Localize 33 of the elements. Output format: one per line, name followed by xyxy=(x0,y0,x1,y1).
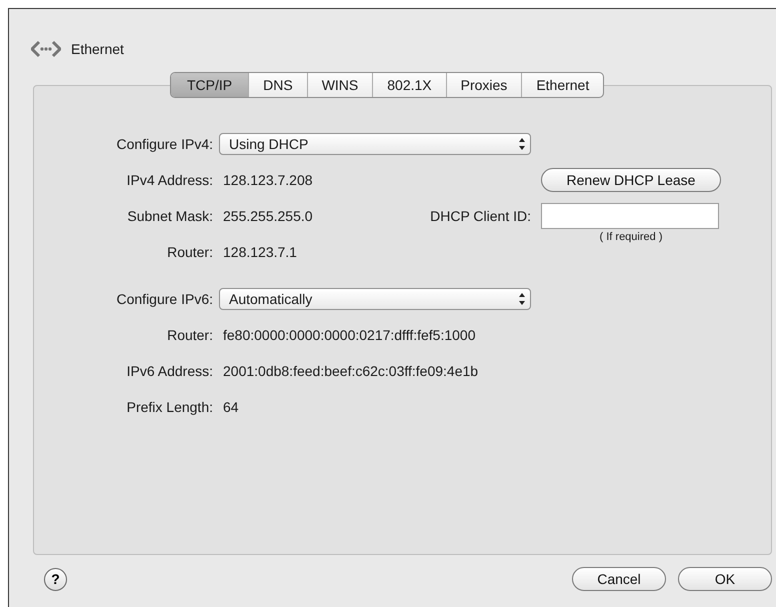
dialog-button[interactable]: Cancel xyxy=(572,567,666,591)
tab[interactable]: DNS xyxy=(248,73,307,97)
renew-lease-button[interactable]: Renew DHCP Lease xyxy=(541,168,721,192)
tab[interactable]: Proxies xyxy=(446,73,522,97)
configure-popup[interactable]: Using DHCP xyxy=(219,133,531,155)
field-value: 64 xyxy=(223,399,240,415)
window-title: Ethernet xyxy=(71,41,124,57)
field-value: 128.123.7.1 xyxy=(223,244,298,260)
network-arrows-icon xyxy=(31,40,61,58)
field-label: DHCP Client ID: xyxy=(429,208,531,224)
field-label: IPv4 Address: xyxy=(126,172,213,188)
field-label: Router: xyxy=(166,244,213,260)
help-button[interactable]: ? xyxy=(44,568,67,590)
field-value: 128.123.7.208 xyxy=(223,172,314,188)
field-label: Router: xyxy=(166,327,213,343)
field-label: Configure IPv4: xyxy=(116,136,213,152)
client-id-field[interactable] xyxy=(541,203,719,229)
field-label: Configure IPv6: xyxy=(116,291,213,307)
field-label: Subnet Mask: xyxy=(126,208,213,224)
hint-text: ( If required ) xyxy=(598,231,664,243)
field-value: 255.255.255.0 xyxy=(223,208,314,224)
field-value: 2001:0db8:feed:beef:c62c:03ff:fe09:4e1b xyxy=(223,363,480,379)
tab[interactable]: Ethernet xyxy=(521,73,604,97)
configure-popup[interactable]: Automatically xyxy=(219,288,531,310)
field-value: fe80:0000:0000:0000:0217:dfff:fef5:1000 xyxy=(223,327,476,343)
stepper-icon xyxy=(517,137,527,151)
tab[interactable]: 802.1X xyxy=(372,73,446,97)
tab[interactable]: WINS xyxy=(306,73,372,97)
field-label: IPv6 Address: xyxy=(126,363,213,379)
stepper-icon xyxy=(517,292,527,306)
dialog-button[interactable]: OK xyxy=(678,567,772,591)
tab[interactable]: TCP/IP xyxy=(171,73,248,97)
field-label: Prefix Length: xyxy=(126,399,213,415)
